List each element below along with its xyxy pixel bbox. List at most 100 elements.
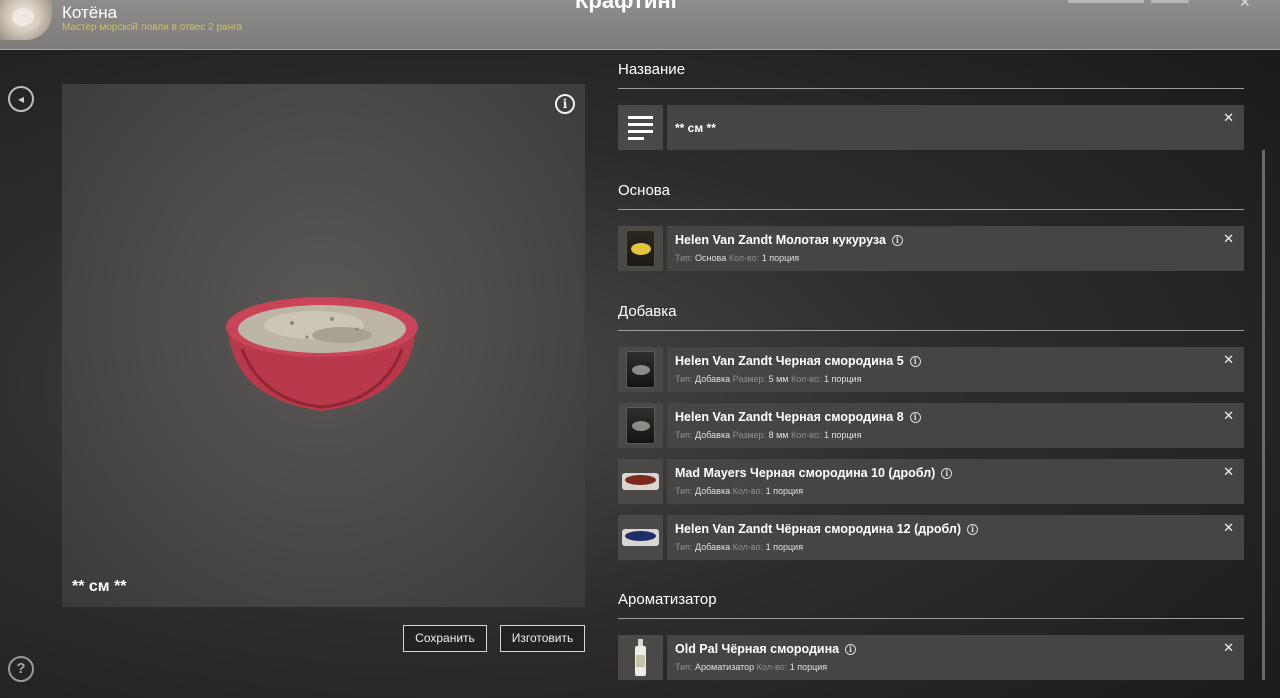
bait-preview: i ** см ** (62, 84, 585, 607)
player-rank: Мастер морской ловли в отвес 2 ранга (62, 22, 243, 33)
ingredient-name-text: Helen Van Zandt Черная смородина 8 (675, 410, 904, 424)
ingredient-name: Helen Van Zandt Чёрная смородина 12 (дро… (675, 522, 978, 536)
info-icon[interactable]: i (909, 412, 921, 423)
info-icon[interactable]: i (966, 524, 978, 535)
meta-value: Добавка (695, 374, 731, 384)
remove-ingredient-icon[interactable]: ✕ (1223, 520, 1234, 536)
header-button[interactable] (1151, 0, 1189, 3)
meta-label: Кол-во: (756, 662, 788, 672)
meta-value: Ароматизатор (695, 662, 755, 672)
meta-value: 1 порция (824, 374, 862, 384)
ingredient-row[interactable]: Helen Van Zandt Черная смородина 5 i Тип: … (667, 347, 1244, 392)
meta-value: 1 порция (765, 542, 804, 552)
flavor-bottle-icon (635, 639, 646, 676)
ingredient-thumbnail (618, 403, 663, 448)
meta-value: 8 мм (768, 430, 789, 440)
meta-label: Тип: (675, 486, 693, 496)
ingredient-name-text: Old Pal Чёрная смородина (675, 642, 840, 656)
make-button[interactable]: Изготовить (500, 625, 585, 652)
divider (618, 88, 1244, 89)
meta-value: 1 порция (789, 662, 828, 672)
ingredient-row[interactable]: Helen Van Zandt Черная смородина 8 i Тип: … (667, 403, 1244, 448)
help-icon[interactable]: ? (8, 656, 34, 682)
top-bar: Котёна Мастер морской ловли в отвес 2 ра… (0, 0, 1280, 50)
section-title: Ароматизатор (618, 591, 717, 608)
back-icon[interactable]: ◂ (8, 86, 34, 112)
ingredient-meta: Тип: Добавка Кол-во: 1 порция (675, 486, 803, 496)
remove-ingredient-icon[interactable]: ✕ (1223, 464, 1234, 480)
meta-label: Тип: (675, 430, 693, 440)
meta-label: Кол-во: (732, 486, 764, 496)
remove-ingredient-icon[interactable]: ✕ (1223, 231, 1234, 247)
ingredient-row[interactable]: Helen Van Zandt Молотая кукуруза i Тип: Ос… (667, 226, 1244, 271)
meta-label: Тип: (675, 662, 693, 672)
bait-package-icon (626, 230, 655, 267)
meta-label: Кол-во: (728, 253, 760, 263)
section-title: Основа (618, 182, 670, 199)
info-icon[interactable]: i (555, 94, 575, 114)
divider (618, 330, 1244, 331)
groundbait-bowl-image (226, 297, 418, 411)
ingredient-name: Mad Mayers Черная смородина 10 (дробл) i (675, 466, 953, 480)
bait-package-icon (626, 351, 655, 388)
ingredient-thumbnail (618, 515, 663, 560)
info-icon[interactable]: i (891, 235, 903, 246)
bait-tray-icon (622, 473, 659, 490)
meta-label: Кол-во: (732, 542, 764, 552)
remove-ingredient-icon[interactable]: ✕ (1223, 408, 1234, 424)
meta-value: 5 мм (768, 374, 789, 384)
ingredient-thumbnail (618, 226, 663, 271)
info-icon[interactable]: i (845, 644, 857, 655)
ingredient-row[interactable]: Old Pal Чёрная смородина i Тип: Ароматизат… (667, 635, 1244, 680)
divider (618, 618, 1244, 619)
meta-label: Размер: (732, 374, 767, 384)
section-title: Добавка (618, 303, 677, 320)
ingredient-meta: Тип: Ароматизатор Кол-во: 1 порция (675, 662, 827, 672)
page-title: Крафтинг (575, 0, 680, 13)
meta-value: 1 порция (765, 486, 804, 496)
meta-label: Кол-во: (790, 374, 822, 384)
scrollbar[interactable] (1262, 150, 1265, 680)
ingredient-row[interactable]: Helen Van Zandt Чёрная смородина 12 (дро… (667, 515, 1244, 560)
meta-value: Добавка (695, 486, 731, 496)
ingredient-meta: Тип: Добавка Кол-во: 1 порция (675, 542, 803, 552)
close-window-icon[interactable]: ✕ (1239, 0, 1251, 11)
ingredient-name: Helen Van Zandt Молотая кукуруза i (675, 233, 903, 247)
ingredient-name-text: Helen Van Zandt Черная смородина 5 (675, 354, 904, 368)
name-field-icon (618, 105, 663, 150)
meta-label: Тип: (675, 253, 693, 263)
header-button[interactable] (1068, 0, 1144, 3)
ingredient-name: Helen Van Zandt Черная смородина 5 i (675, 354, 921, 368)
player-name: Котёна (62, 3, 118, 22)
bait-package-icon (626, 407, 655, 444)
recipe-name-value: ** см ** (675, 121, 716, 135)
meta-value: 1 порция (761, 253, 800, 263)
ingredient-name-text: Mad Mayers Черная смородина 10 (дробл) (675, 466, 936, 480)
ingredient-row[interactable]: Mad Mayers Черная смородина 10 (дробл) i Т… (667, 459, 1244, 504)
ingredient-meta: Тип: Добавка Размер: 5 мм Кол-во: 1 порц… (675, 374, 861, 384)
meta-value: 1 порция (824, 430, 862, 440)
remove-ingredient-icon[interactable]: ✕ (1223, 352, 1234, 368)
divider (618, 209, 1244, 210)
ingredient-thumbnail (618, 347, 663, 392)
meta-label: Тип: (675, 374, 693, 384)
clear-name-icon[interactable]: ✕ (1223, 110, 1234, 126)
ingredient-thumbnail (618, 635, 663, 680)
recipe-name-field[interactable]: ** см ** ✕ (667, 105, 1244, 150)
info-icon[interactable]: i (909, 356, 921, 367)
remove-ingredient-icon[interactable]: ✕ (1223, 640, 1234, 656)
ingredient-meta: Тип: Основа Кол-во: 1 порция (675, 253, 799, 263)
bait-tray-icon (622, 529, 659, 546)
name-section-title: Название (618, 61, 686, 78)
meta-value: Основа (695, 253, 727, 263)
preview-name: ** см ** (72, 578, 127, 595)
meta-value: Добавка (695, 542, 731, 552)
ingredient-name-text: Helen Van Zandt Чёрная смородина 12 (дро… (675, 522, 961, 536)
player-avatar[interactable] (0, 0, 52, 40)
meta-label: Тип: (675, 542, 693, 552)
meta-label: Кол-во: (790, 430, 822, 440)
save-button[interactable]: Сохранить (403, 625, 487, 652)
ingredient-name-text: Helen Van Zandt Молотая кукуруза (675, 233, 886, 247)
info-icon[interactable]: i (941, 468, 953, 479)
meta-label: Размер: (732, 430, 767, 440)
